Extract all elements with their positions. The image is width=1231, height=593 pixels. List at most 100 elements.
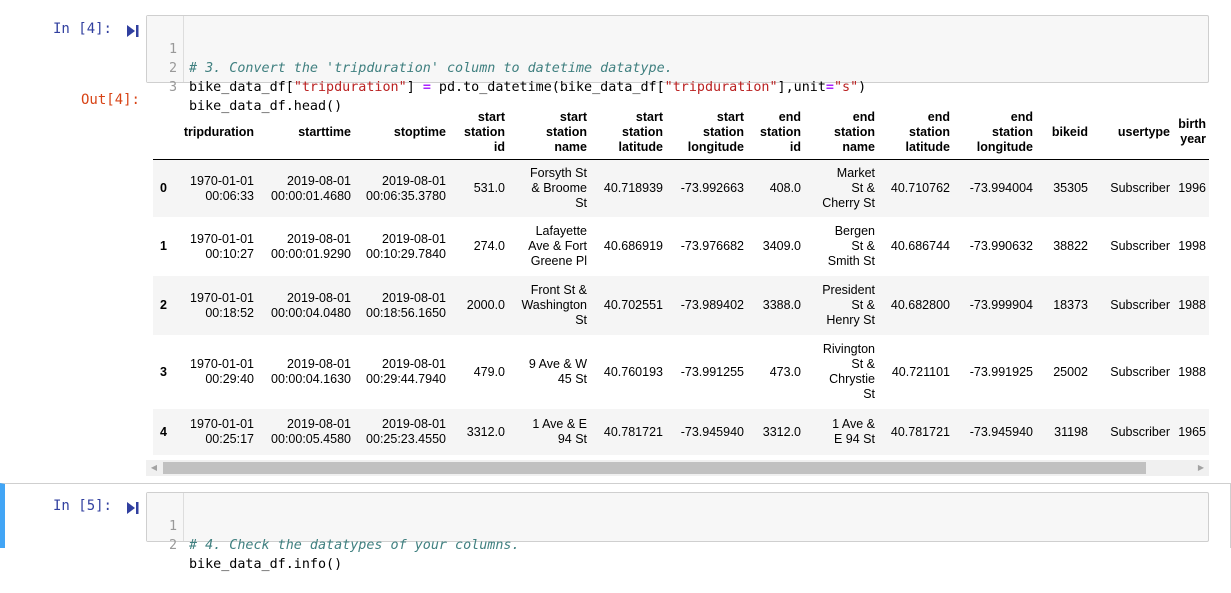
table-cell: 35305 (1036, 160, 1091, 218)
cell-text-line: 2019-08-01 (287, 290, 351, 305)
run-cell-icon[interactable] (126, 501, 140, 515)
table-cell: 1970-01-01 00:25:17 (175, 409, 257, 455)
table-cell: Subscriber (1091, 217, 1173, 276)
column-header: end station id (747, 104, 804, 160)
column-header: starttime (257, 104, 354, 160)
table-cell: 1 Ave & E 94 St (508, 409, 590, 455)
cell-text-line: -73.992663 (680, 181, 744, 195)
code-text: bike_data_df["tripduration"] = pd.to_dat… (189, 80, 867, 95)
table-cell: 2019-08-01 00:18:56.1650 (354, 276, 449, 335)
table-row: 4 1970-01-01 00:25:17 2019-08-01 00:00:05.45… (153, 409, 1209, 455)
table-cell: 1970-01-01 00:18:52 (175, 276, 257, 335)
cell-text-line: Rivington (822, 342, 875, 356)
table-row: 0 1970-01-01 00:06:33 2019-08-01 00:00:01.46… (153, 159, 1209, 218)
cell-text-line: start (477, 109, 505, 124)
horizontal-scrollbar[interactable]: ◀ ▶ (146, 460, 1209, 476)
code-comment: # 4. Check the datatypes of your columns… (189, 538, 520, 553)
scrollbar-thumb[interactable] (163, 462, 1146, 474)
table-cell: 1988 (1173, 335, 1209, 409)
cell-text-line: Subscriber (1110, 239, 1170, 253)
cell-text-line: starttime (298, 124, 351, 139)
cell-text-line: 408.0 (769, 181, 801, 195)
table-cell: 1970-01-01 00:10:27 (175, 217, 257, 276)
table-cell: 408.0 (747, 160, 804, 218)
table-cell: 40.718939 (590, 160, 666, 218)
cell-text-line: -73.976682 (680, 239, 744, 253)
table-row: 1 1970-01-01 00:10:27 2019-08-01 00:00:01.92… (153, 217, 1209, 276)
cell-text-line: station (546, 124, 587, 139)
cell-text-line: 40.781721 (890, 424, 950, 439)
table-cell: 1970-01-01 00:06:33 (175, 160, 257, 218)
cell-text-line: Henry St (826, 313, 875, 327)
table-cell: 2019-08-01 00:29:44.7940 (354, 335, 449, 409)
cell-text-line: latitude (618, 139, 663, 154)
table-cell: Lafayette Ave & Fort Greene Pl (508, 217, 590, 276)
table-cell: 40.686744 (878, 217, 953, 276)
table-cell: -73.989402 (666, 276, 747, 335)
table-cell: -73.990632 (953, 217, 1036, 276)
table-cell: 40.721101 (878, 335, 953, 409)
cell-text-line: 1970-01-01 (190, 417, 254, 431)
cell-text-line: birth (1178, 117, 1206, 131)
cell-text-line: 2019-08-01 (382, 290, 446, 305)
cell-text-line: 274.0 (473, 239, 505, 253)
cell-text-line: 1988 (1178, 298, 1206, 312)
column-header: end station name (804, 104, 878, 160)
cell-text-line: year (1180, 132, 1206, 146)
code-editor[interactable]: 1 # 4. Check the datatypes of your colum… (146, 492, 1209, 572)
cell-text-line: 31198 (1054, 424, 1088, 439)
cell-text-line: 25002 (1053, 364, 1088, 379)
code-cell-5[interactable]: In [5]: 1 # 4. Check the datatypes of yo… (0, 483, 1231, 572)
cell-text-line: 00:10:27 (205, 246, 254, 261)
cell-text-line: usertype (1117, 124, 1170, 139)
column-header: start station name (508, 104, 590, 160)
table-cell: Rivington St & Chrystie St (804, 335, 878, 409)
line-number: 2 (168, 538, 177, 553)
cell-text-line: end (1010, 109, 1033, 124)
cell-text-line: Greene Pl (530, 254, 587, 268)
cell-text-line: 9 Ave & W (528, 357, 587, 371)
scroll-left-icon[interactable]: ◀ (146, 460, 162, 476)
cell-text-line: E 94 St (834, 432, 875, 446)
cell-text-line: -73.989402 (680, 298, 744, 312)
cell-text-line: 3409.0 (762, 239, 801, 253)
cell-text-line: 2019-08-01 (287, 357, 351, 371)
table-cell: 40.760193 (590, 335, 666, 409)
cell-text-line: Subscriber (1110, 298, 1170, 312)
table-cell: -73.994004 (953, 160, 1036, 218)
scroll-right-icon[interactable]: ▶ (1193, 460, 1209, 476)
table-cell: -73.999904 (953, 276, 1036, 335)
dataframe-table: tripduration starttime stoptime start statio… (153, 104, 1209, 455)
code-cell-4[interactable]: In [4]: 1 # 3. Convert the 'tripduration… (0, 0, 1231, 478)
table-cell: Bergen St & Smith St (804, 217, 878, 276)
table-cell: Subscriber (1091, 160, 1173, 218)
row-index: 4 (160, 424, 167, 439)
line-number: 3 (168, 80, 177, 95)
column-header: birth year (1173, 104, 1209, 160)
table-cell: President St & Henry St (804, 276, 878, 335)
column-header: bikeid (1036, 104, 1091, 160)
column-header: end station longitude (953, 104, 1036, 160)
cell-text-line: stoptime (393, 124, 446, 139)
column-header: tripduration (175, 104, 257, 160)
cell-text-line: 1970-01-01 (190, 357, 254, 371)
cell-text-line: longitude (976, 139, 1033, 154)
column-header: start station latitude (590, 104, 666, 160)
cell-text-line: 1996 (1178, 181, 1206, 195)
cell-text-line: station (909, 124, 950, 139)
table-cell: 3312.0 (747, 409, 804, 455)
cell-text-line: station (703, 124, 744, 139)
run-cell-icon[interactable] (126, 24, 140, 38)
table-cell: 2000.0 (449, 276, 508, 335)
cell-text-line: Forsyth St (530, 166, 587, 180)
cell-text-line: 40.781721 (603, 424, 663, 439)
cell-text-line: Bergen (834, 224, 875, 238)
cell-text-line: 40.710762 (890, 181, 950, 195)
table-cell: 531.0 (449, 160, 508, 218)
table-cell: Market St & Cherry St (804, 160, 878, 218)
cell-text-line: -73.990632 (969, 239, 1033, 253)
code-editor[interactable]: 1 # 3. Convert the 'tripduration' column… (146, 15, 1209, 114)
input-prompt: In [5]: (52, 498, 112, 514)
table-cell: Subscriber (1091, 276, 1173, 335)
cell-text-line: 00:25:23.4550 (366, 432, 446, 446)
